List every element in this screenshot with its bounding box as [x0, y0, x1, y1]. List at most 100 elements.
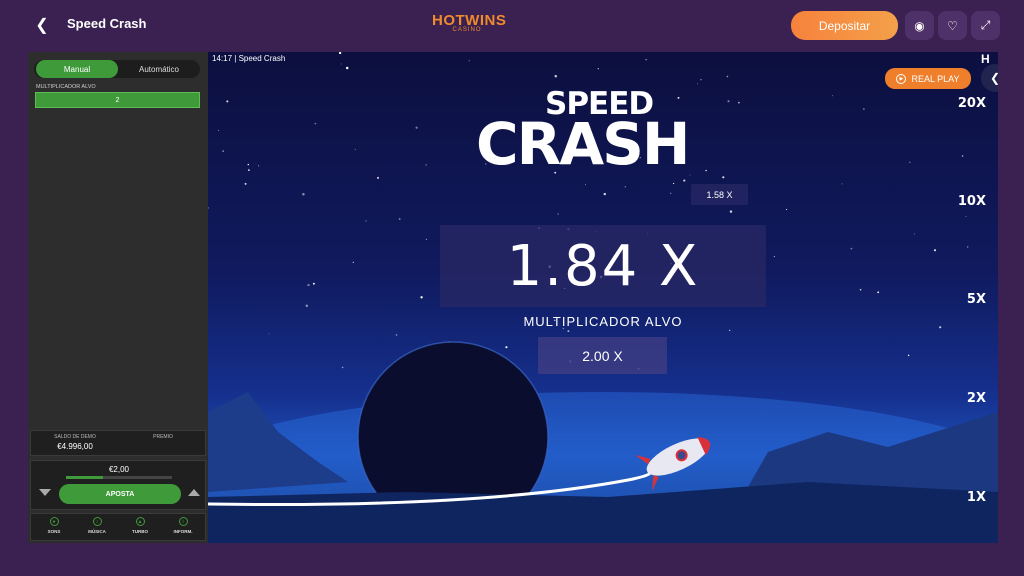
balance-box: SALDO DE DEMO €4.996,00 PREMIO — [30, 430, 206, 456]
target-multiplier-label: MULTIPLICADOR ALVO — [36, 84, 96, 90]
star — [700, 78, 702, 81]
chat-button[interactable]: ◉ — [905, 11, 934, 40]
star — [705, 169, 707, 172]
bet-button[interactable]: APOSTA — [59, 484, 181, 504]
star — [683, 179, 686, 182]
star — [913, 233, 915, 235]
bet-box: €2,00 APOSTA — [30, 460, 206, 510]
star — [352, 261, 354, 264]
star — [425, 238, 427, 240]
star — [965, 216, 967, 218]
star — [726, 75, 729, 78]
increase-bet-button[interactable] — [188, 489, 200, 496]
star — [933, 249, 937, 252]
star — [505, 346, 508, 349]
star — [645, 59, 647, 61]
star — [850, 247, 853, 250]
star — [425, 164, 427, 166]
target-multiplier-title: MULTIPLICADOR ALVO — [523, 314, 683, 329]
star — [312, 282, 315, 285]
game-info: 14:17 | Speed Crash — [212, 54, 285, 63]
star — [729, 329, 731, 331]
fullscreen-button[interactable]: ⤢ — [971, 11, 1000, 40]
settings-footer: ● SONS ♪ MÚSICA ▲ TURBO i INFORM. — [30, 513, 206, 541]
star — [247, 163, 250, 166]
scale-label-5x: 5X — [966, 292, 986, 307]
star — [624, 186, 626, 188]
chevron-left-icon: ❮ — [35, 17, 49, 34]
info-icon: i — [178, 517, 188, 526]
star — [670, 192, 672, 194]
star — [302, 192, 305, 196]
star — [415, 126, 418, 129]
star — [376, 176, 380, 179]
star — [967, 246, 969, 248]
star — [340, 63, 342, 65]
casino-logo[interactable]: HOTWINS CASINO — [432, 12, 506, 33]
back-button[interactable]: ❮ — [34, 16, 50, 34]
star — [398, 218, 401, 220]
star — [341, 366, 344, 369]
star — [307, 283, 310, 287]
page-title: Speed Crash — [67, 16, 147, 31]
bet-slider[interactable] — [66, 476, 172, 479]
turbo-toggle[interactable]: ▲ TURBO — [120, 517, 160, 534]
bet-amount: €2,00 — [108, 465, 130, 474]
star — [257, 165, 260, 167]
star — [597, 68, 599, 70]
clock: 14:17 — [212, 54, 233, 63]
fullscreen-icon: ⤢ — [980, 18, 991, 32]
scale-label-1x: 1X — [966, 490, 986, 505]
star — [859, 288, 862, 291]
star — [354, 148, 356, 150]
music-icon: ♪ — [92, 517, 102, 526]
game-name: | Speed Crash — [234, 54, 286, 63]
decrease-bet-button[interactable] — [39, 489, 51, 496]
star — [395, 334, 398, 336]
heart-icon: ♡ — [947, 18, 958, 33]
tab-automatic[interactable]: Automático — [118, 60, 200, 78]
sound-icon: ● — [49, 517, 59, 526]
info-button[interactable]: i INFORM. — [163, 517, 203, 534]
star — [365, 220, 367, 222]
star — [345, 66, 349, 70]
star — [218, 129, 220, 132]
star — [305, 304, 309, 308]
star — [773, 255, 776, 258]
star — [729, 210, 733, 213]
previous-multiplier: 1.58 X — [691, 184, 748, 205]
play-icon: ▶ — [896, 73, 907, 84]
star — [567, 330, 570, 333]
star — [554, 74, 558, 78]
demo-balance: SALDO DE DEMO €4.996,00 — [54, 434, 96, 451]
turbo-icon: ▲ — [135, 517, 145, 526]
star — [338, 52, 342, 55]
deposit-button[interactable]: Depositar — [791, 11, 898, 40]
star — [672, 182, 675, 185]
top-bar: ❮ Speed Crash HOTWINS CASINO Depositar ◉… — [0, 0, 1024, 50]
music-toggle[interactable]: ♪ MÚSICA — [77, 517, 117, 534]
star — [603, 192, 606, 196]
star — [268, 333, 270, 335]
star — [585, 184, 587, 186]
history-marker: H — [981, 52, 990, 66]
sound-toggle[interactable]: ● SONS — [34, 517, 74, 534]
game-canvas: 14:17 | Speed Crash H SPEED CRASH 1.58 X… — [208, 52, 998, 543]
real-play-button[interactable]: ▶ REAL PLAY — [885, 68, 971, 89]
star — [697, 83, 698, 85]
scale-label-10x: 10X — [957, 194, 986, 209]
star — [909, 161, 911, 163]
target-multiplier-display: 2.00 X — [538, 337, 667, 374]
star — [468, 60, 470, 62]
favorite-button[interactable]: ♡ — [938, 11, 967, 40]
tab-manual[interactable]: Manual — [36, 60, 118, 78]
scale-label-20x: 20X — [957, 96, 986, 111]
star — [222, 150, 225, 153]
star — [877, 291, 880, 294]
star — [961, 155, 964, 157]
star — [557, 213, 559, 215]
star — [226, 100, 229, 103]
game-logo-crash: CRASH — [476, 110, 690, 178]
star — [314, 122, 317, 125]
target-multiplier-input[interactable]: 2 — [35, 92, 200, 108]
